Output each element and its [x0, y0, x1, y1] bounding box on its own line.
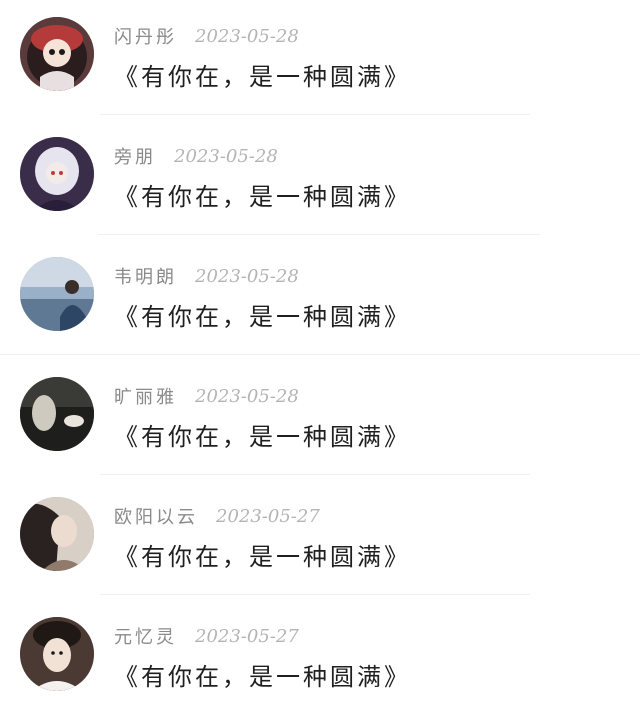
username[interactable]: 闪丹彤 [114, 23, 177, 49]
dark-moody-portrait-avatar[interactable] [20, 377, 94, 451]
comment-feed: 闪丹彤 2023-05-28 《有你在，是一种圆满》 旁朋 2023-05-28… [0, 0, 640, 703]
comment-meta: 韦明朗 2023-05-28 [114, 263, 299, 289]
divider [98, 234, 540, 235]
divider [100, 474, 530, 475]
comment-text: 《有你在，是一种圆满》 [114, 663, 411, 691]
comment-meta: 旁朋 2023-05-28 [114, 143, 278, 169]
username[interactable]: 韦明朗 [114, 263, 177, 289]
comment-item[interactable]: 旷丽雅 2023-05-28 《有你在，是一种圆满》 [0, 360, 640, 480]
comment-text: 《有你在，是一种圆满》 [114, 183, 411, 211]
anime-white-hair-girl-avatar[interactable] [20, 137, 94, 211]
comment-item[interactable]: 元忆灵 2023-05-27 《有你在，是一种圆满》 [0, 600, 640, 720]
comment-meta: 闪丹彤 2023-05-28 [114, 23, 299, 49]
comment-meta: 欧阳以云 2023-05-27 [114, 503, 320, 529]
comment-date: 2023-05-27 [195, 625, 299, 647]
comment-date: 2023-05-28 [174, 145, 278, 167]
username[interactable]: 旷丽雅 [114, 383, 177, 409]
username[interactable]: 元忆灵 [114, 623, 177, 649]
divider [0, 354, 640, 355]
comment-date: 2023-05-27 [216, 505, 320, 527]
divider [100, 594, 530, 595]
anime-girl-red-hood-avatar[interactable] [20, 17, 94, 91]
comment-item[interactable]: 闪丹彤 2023-05-28 《有你在，是一种圆满》 [0, 0, 640, 120]
comment-date: 2023-05-28 [195, 385, 299, 407]
comment-date: 2023-05-28 [195, 265, 299, 287]
comment-text: 《有你在，是一种圆满》 [114, 63, 411, 91]
comment-item[interactable]: 旁朋 2023-05-28 《有你在，是一种圆满》 [0, 120, 640, 240]
comment-meta: 元忆灵 2023-05-27 [114, 623, 299, 649]
comment-text: 《有你在，是一种圆满》 [114, 543, 411, 571]
divider [100, 114, 530, 115]
comment-item[interactable]: 韦明朗 2023-05-28 《有你在，是一种圆满》 [0, 240, 640, 360]
man-seated-blue-scene-avatar[interactable] [20, 257, 94, 331]
username[interactable]: 旁朋 [114, 143, 156, 169]
comment-text: 《有你在，是一种圆满》 [114, 303, 411, 331]
woman-traditional-dress-avatar[interactable] [20, 617, 94, 691]
comment-item[interactable]: 欧阳以云 2023-05-27 《有你在，是一种圆满》 [0, 480, 640, 600]
comment-text: 《有你在，是一种圆满》 [114, 423, 411, 451]
comment-meta: 旷丽雅 2023-05-28 [114, 383, 299, 409]
username[interactable]: 欧阳以云 [114, 503, 198, 529]
comment-date: 2023-05-28 [195, 25, 299, 47]
woman-dark-hair-portrait-avatar[interactable] [20, 497, 94, 571]
